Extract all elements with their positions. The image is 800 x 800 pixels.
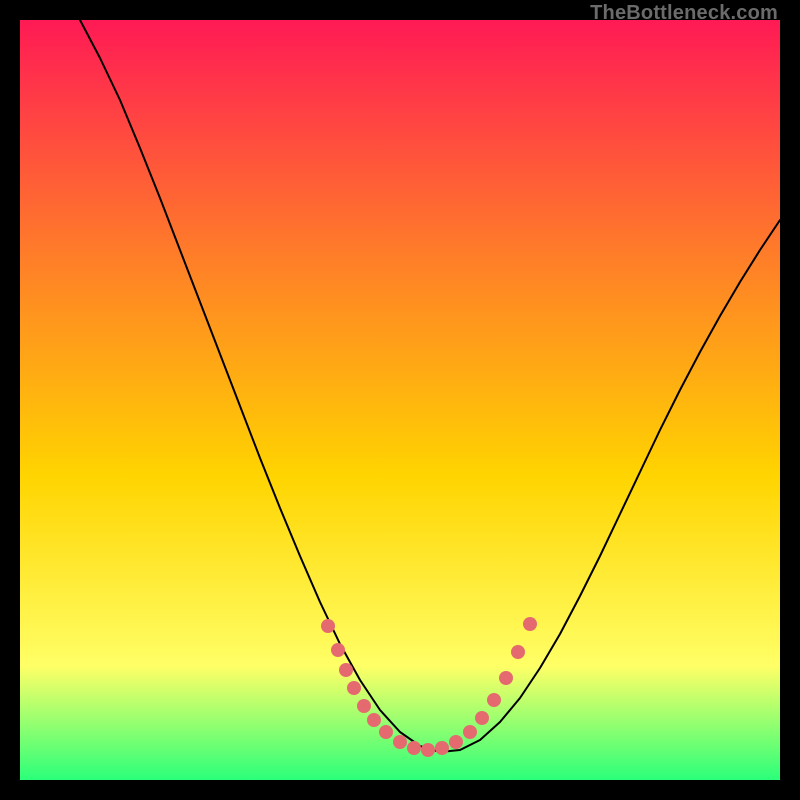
scatter-dot <box>407 741 421 755</box>
scatter-dot <box>367 713 381 727</box>
scatter-dot <box>331 643 345 657</box>
scatter-dot <box>339 663 353 677</box>
scatter-dot <box>379 725 393 739</box>
scatter-dot <box>523 617 537 631</box>
scatter-dot <box>435 741 449 755</box>
scatter-dot <box>393 735 407 749</box>
scatter-dot <box>511 645 525 659</box>
scatter-dot <box>421 743 435 757</box>
scatter-dot <box>321 619 335 633</box>
scatter-dot <box>487 693 501 707</box>
scatter-dot <box>475 711 489 725</box>
scatter-dot <box>463 725 477 739</box>
scatter-dot <box>449 735 463 749</box>
watermark-text: TheBottleneck.com <box>590 2 778 25</box>
chart-frame <box>20 20 780 780</box>
scatter-dot <box>347 681 361 695</box>
scatter-dot <box>357 699 371 713</box>
scatter-dot <box>499 671 513 685</box>
chart-svg <box>20 20 780 780</box>
